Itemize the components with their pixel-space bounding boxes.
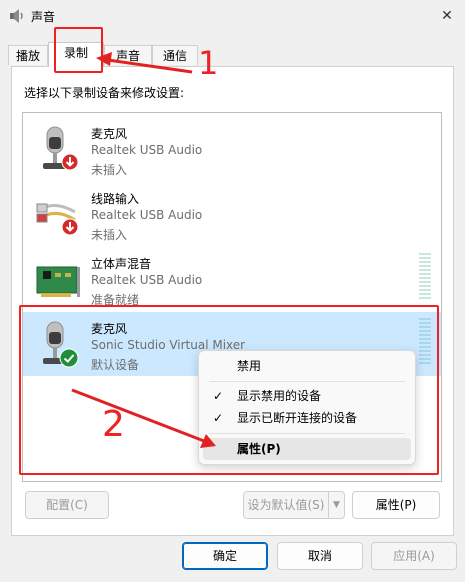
tab-communications[interactable]: 通信 bbox=[152, 45, 198, 65]
device-driver: Realtek USB Audio bbox=[91, 143, 203, 157]
tab-sounds[interactable]: 声音 bbox=[104, 45, 152, 65]
instruction-text: 选择以下录制设备来修改设置: bbox=[24, 86, 185, 100]
device-driver: Realtek USB Audio bbox=[91, 273, 203, 287]
cancel-button[interactable]: 取消 bbox=[277, 542, 363, 570]
annotation-step-2: 2 bbox=[102, 404, 125, 445]
configure-button[interactable]: 配置(C) bbox=[25, 491, 109, 519]
level-meter bbox=[419, 253, 431, 303]
apply-button[interactable]: 应用(A) bbox=[371, 542, 457, 570]
device-status: 未插入 bbox=[91, 163, 128, 177]
close-button[interactable]: ✕ bbox=[437, 6, 457, 26]
device-name: 立体声混音 bbox=[91, 257, 152, 271]
set-default-button[interactable]: 设为默认值(S) bbox=[243, 491, 329, 519]
set-default-dropdown[interactable]: ▼ bbox=[329, 491, 345, 519]
annotation-box-recording-tab bbox=[54, 27, 103, 73]
annotation-step-1: 1 bbox=[198, 44, 219, 82]
tab-playback[interactable]: 播放 bbox=[8, 45, 48, 65]
device-status: 未插入 bbox=[91, 228, 128, 242]
device-item[interactable]: 线路输入 Realtek USB Audio 未插入 bbox=[23, 182, 441, 246]
device-item[interactable]: 立体声混音 Realtek USB Audio 准备就绪 bbox=[23, 247, 441, 311]
device-item[interactable]: 麦克风 Realtek USB Audio 未插入 bbox=[23, 117, 441, 181]
close-icon: ✕ bbox=[441, 8, 453, 24]
speaker-icon bbox=[10, 9, 23, 23]
device-name: 麦克风 bbox=[91, 127, 128, 141]
annotation-box-device bbox=[19, 305, 439, 475]
window-title: 声音 bbox=[31, 10, 56, 24]
device-driver: Realtek USB Audio bbox=[91, 208, 203, 222]
unplugged-badge-icon bbox=[61, 153, 79, 171]
properties-button[interactable]: 属性(P) bbox=[352, 491, 440, 519]
device-name: 线路输入 bbox=[91, 192, 140, 206]
ok-button[interactable]: 确定 bbox=[182, 542, 268, 570]
sound-card-icon bbox=[36, 266, 80, 297]
chevron-down-icon: ▼ bbox=[333, 500, 340, 510]
unplugged-badge-icon bbox=[61, 218, 79, 236]
